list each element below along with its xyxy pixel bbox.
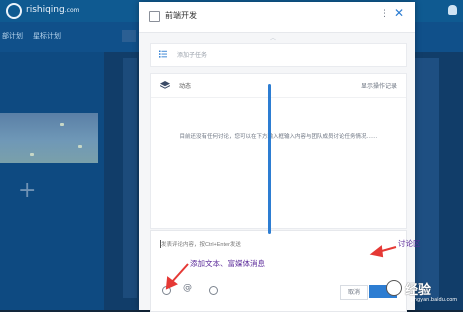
annotation-arrows [165, 245, 397, 290]
watermark-url: jingyan.baidu.com [411, 297, 458, 303]
watermark-badge-icon [386, 280, 402, 296]
arrow-to-attachment [165, 263, 189, 290]
watermark-text: 经验 [405, 283, 432, 298]
arrow-to-discussion [369, 245, 397, 258]
baidu-jingyan-watermark: 经验 jingyan.baidu.com [386, 274, 460, 308]
